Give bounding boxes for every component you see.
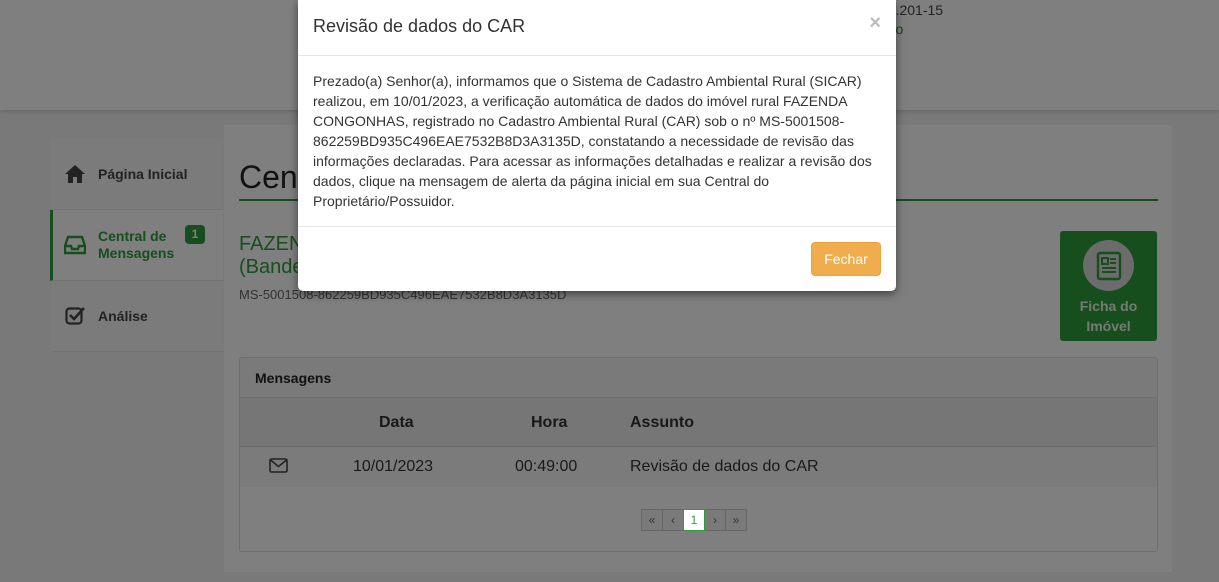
car-review-modal: Revisão de dados do CAR × Prezado(a) Sen… bbox=[298, 0, 896, 291]
modal-footer: Fechar bbox=[298, 227, 896, 291]
close-icon[interactable]: × bbox=[869, 12, 881, 35]
modal-body-text: Prezado(a) Senhor(a), informamos que o S… bbox=[298, 56, 896, 227]
modal-title: Revisão de dados do CAR bbox=[313, 16, 526, 36]
pager-page-1[interactable]: 1 bbox=[683, 509, 705, 531]
modal-header: Revisão de dados do CAR × bbox=[298, 0, 896, 56]
close-button[interactable]: Fechar bbox=[811, 242, 881, 276]
